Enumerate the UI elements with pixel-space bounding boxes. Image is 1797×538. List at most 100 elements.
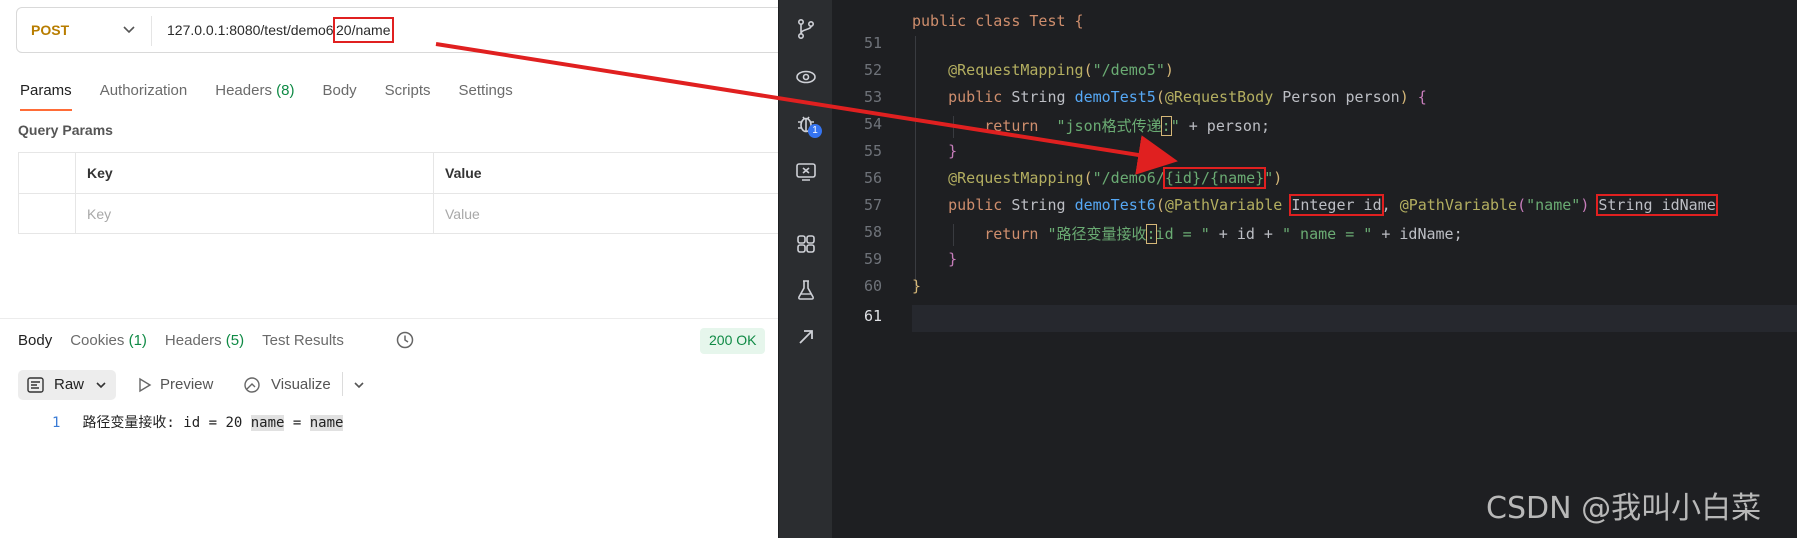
code-text: return — [984, 117, 1039, 135]
code-line: } — [912, 250, 957, 268]
services-icon[interactable] — [794, 65, 818, 89]
line-number: 56 — [863, 169, 882, 187]
tab-headers[interactable]: Headers (8) — [215, 82, 294, 99]
line-number: 58 — [863, 223, 882, 241]
code-text: " — [1170, 117, 1180, 135]
line-number: 55 — [863, 142, 882, 160]
tab-authorization[interactable]: Authorization — [100, 82, 188, 99]
query-params-title: Query Params — [18, 122, 113, 138]
line-number: 52 — [863, 61, 882, 79]
url-bar: POST 127.0.0.1:8080/test/demo6 20/name — [16, 7, 778, 53]
value-input[interactable]: Value — [445, 206, 480, 222]
column-header-value: Value — [445, 165, 482, 181]
view-mode-label: Raw — [54, 376, 85, 393]
preview-button[interactable]: Preview — [160, 376, 213, 393]
code-text: String — [1011, 88, 1075, 106]
tab-cookies[interactable]: Cookies (1) — [70, 332, 147, 349]
code-line: public String demoTest5(@RequestBody Per… — [912, 88, 1427, 106]
code-line: } — [912, 142, 957, 160]
line-number: 53 — [863, 88, 882, 106]
tab-settings[interactable]: Settings — [459, 82, 513, 99]
code-text: " name = " — [1281, 225, 1373, 243]
plugins-grid-icon[interactable] — [794, 232, 818, 256]
code-text: @PathVariable — [1399, 196, 1518, 214]
text-format-icon — [27, 377, 44, 393]
flask-test-icon[interactable] — [794, 278, 818, 302]
code-editor[interactable]: 51 52 53 54 55 56 57 58 59 60 61 public … — [832, 0, 1797, 538]
tab-response-headers[interactable]: Headers (5) — [165, 332, 244, 349]
code-line: } — [912, 277, 921, 295]
table-row: Key Value — [19, 194, 778, 235]
code-text: id = " — [1155, 225, 1210, 243]
code-text: } — [948, 250, 958, 268]
url-divider — [151, 16, 152, 46]
table-divider — [433, 153, 434, 233]
code-text: String — [1011, 196, 1075, 214]
watermark: CSDN @我叫小白菜 — [1486, 491, 1762, 526]
ide-tool-sidebar: 1 — [778, 0, 832, 538]
param-idname-highlight: String idName — [1596, 194, 1718, 216]
param-id-highlight: Integer id — [1289, 194, 1384, 216]
key-input[interactable]: Key — [87, 206, 111, 222]
send-arrow-icon[interactable] — [794, 325, 818, 349]
line-number: 1 — [52, 415, 61, 431]
code-text: : — [1145, 224, 1157, 244]
line-number: 59 — [863, 250, 882, 268]
code-text: Person person — [1282, 88, 1400, 106]
code-text: { — [1417, 88, 1427, 106]
code-text: @PathVariable — [1164, 196, 1292, 214]
request-panel: POST 127.0.0.1:8080/test/demo6 20/name P… — [0, 0, 778, 538]
tab-scripts[interactable]: Scripts — [385, 82, 431, 99]
path-template-highlight: {id}/{name} — [1162, 167, 1267, 189]
code-text: ) — [1164, 61, 1174, 79]
code-line: public class Test { — [912, 12, 1084, 30]
response-text: = — [284, 415, 310, 431]
history-icon[interactable] — [395, 330, 415, 350]
visualize-icon — [244, 377, 260, 393]
code-line: @RequestMapping("/demo5") — [912, 61, 1174, 79]
tab-body[interactable]: Body — [322, 82, 356, 99]
view-mode-select[interactable]: Raw — [18, 370, 116, 400]
chevron-down-icon — [96, 382, 106, 389]
column-header-key: Key — [87, 165, 113, 181]
line-number: 60 — [863, 277, 882, 295]
code-text: " — [1264, 169, 1274, 187]
code-line: @RequestMapping("/demo6/{id}/{name}") — [912, 167, 1283, 189]
git-branch-icon[interactable] — [794, 17, 818, 41]
code-text: : — [1160, 116, 1172, 136]
code-text: } — [948, 142, 958, 160]
code-text: ( — [1155, 88, 1165, 106]
tab-params[interactable]: Params — [20, 82, 72, 111]
notification-badge: 1 — [808, 124, 822, 138]
code-text: "/demo5" — [1092, 61, 1165, 79]
terminal-problems-icon[interactable] — [794, 160, 818, 184]
code-text: ( — [1083, 61, 1093, 79]
chevron-down-icon[interactable] — [352, 378, 366, 392]
line-number: 54 — [863, 115, 882, 133]
response-body-line: 1 路径变量接收: id = 20 name = name — [52, 412, 344, 432]
code-text: demoTest6 — [1074, 196, 1156, 214]
line-number: 51 — [863, 34, 882, 52]
tab-response-body[interactable]: Body — [18, 332, 52, 349]
code-text: ) — [1273, 169, 1283, 187]
tab-test-results[interactable]: Test Results — [262, 332, 344, 349]
response-text: 路径变量接收: id = 20 — [82, 415, 251, 431]
code-text: public — [948, 88, 1012, 106]
chevron-down-icon[interactable] — [121, 21, 137, 37]
url-highlighted-segment[interactable]: 20/name — [333, 17, 395, 43]
code-text: ( — [1083, 169, 1093, 187]
code-line: return "路径变量接收:id = " + id + " name = " … — [984, 224, 1463, 244]
code-line: return "json格式传递:" + person; — [984, 116, 1271, 136]
code-text: @RequestMapping — [948, 169, 1084, 187]
code-text: "路径变量接收 — [1047, 225, 1147, 243]
response-highlight: name — [250, 415, 285, 431]
response-tabs: Body Cookies (1) Headers (5) Test Result… — [18, 332, 362, 349]
method-select[interactable]: POST — [31, 22, 69, 38]
code-text: "name" — [1526, 196, 1581, 214]
url-input[interactable]: 127.0.0.1:8080/test/demo6 — [167, 22, 334, 38]
code-text: @RequestBody — [1164, 88, 1283, 106]
code-text: public — [948, 196, 1012, 214]
code-line: public String demoTest6(@PathVariable In… — [948, 194, 1718, 216]
visualize-button[interactable]: Visualize — [271, 376, 331, 393]
table-header-row: Key Value — [19, 153, 778, 194]
